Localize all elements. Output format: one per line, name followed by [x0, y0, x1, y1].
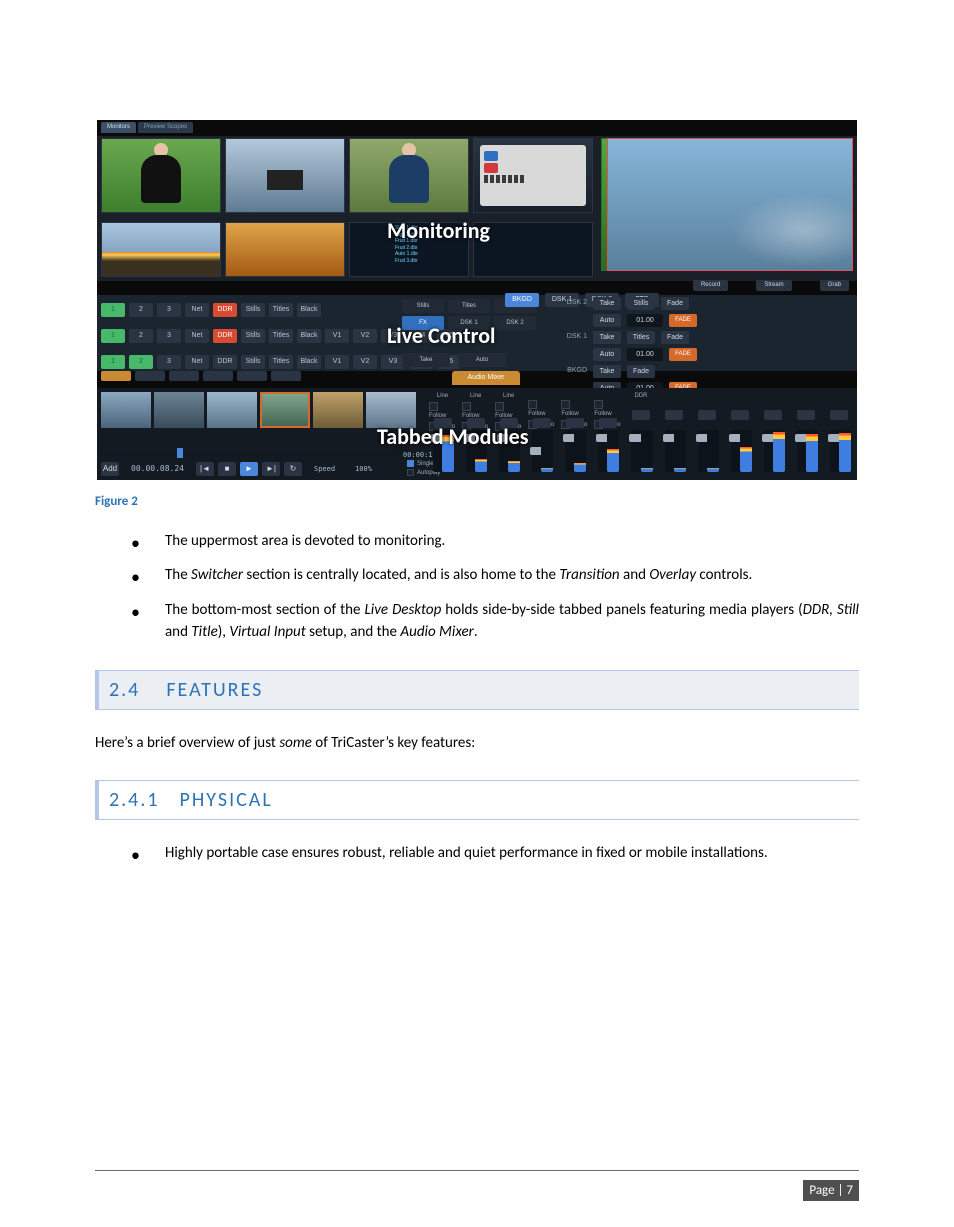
- mixer-channel: DDR: [627, 392, 654, 476]
- cityscape-graphic: [608, 139, 852, 270]
- heading-number: 2.4: [109, 675, 140, 705]
- level-meter: [442, 430, 454, 472]
- prev-button[interactable]: |◄: [196, 462, 214, 476]
- heading-title: FEATURES: [166, 675, 263, 705]
- thumb-camera-2[interactable]: Camera 2: [225, 138, 345, 213]
- mixer-channel: Follow Mono: [528, 392, 555, 476]
- titles-timecode: 00:00:15:00: [352, 222, 389, 223]
- clip-tile[interactable]: [207, 392, 257, 428]
- figure-caption: Figure 2: [95, 492, 859, 512]
- take-auto: Take Auto: [402, 353, 506, 367]
- tab-monitors[interactable]: Monitors: [101, 122, 136, 133]
- clip-tile[interactable]: [101, 392, 151, 428]
- right-controls: DSK 2 Take Stills Fade Auto 01.00 FADE D…: [559, 297, 697, 395]
- heading-2-4-1: 2.4.1 PHYSICAL: [95, 780, 859, 820]
- add-button[interactable]: Add: [101, 462, 119, 476]
- play-button[interactable]: ►: [240, 462, 258, 476]
- titles-list: Sign 1.dbr Sign 2.dbr Fruit 1.dbr Fruit …: [395, 225, 418, 264]
- live-control-band: 1 2 3 Net DDR Stills Titles Black 1 2 3 …: [97, 295, 857, 371]
- mixer-channel: Follow Mono: [561, 392, 588, 476]
- thumb-asset[interactable]: 0.08.08.24: [101, 222, 221, 277]
- clip-tile[interactable]: [313, 392, 363, 428]
- network-panel: [480, 145, 586, 206]
- bullet-item: The bottom-most section of the Live Desk…: [131, 599, 859, 644]
- tab-preview-scopes[interactable]: Preview Scopes: [138, 122, 193, 133]
- mixer-channel: [661, 392, 688, 476]
- mixer-channel: [694, 392, 721, 476]
- stream-button[interactable]: Stream: [756, 280, 791, 291]
- clip-tile[interactable]: [154, 392, 204, 428]
- audio-mixer-tab[interactable]: Audio Mixer: [452, 371, 520, 385]
- presenter-graphic: [138, 143, 184, 203]
- main-bullets: The uppermost area is devoted to monitor…: [131, 530, 859, 644]
- preview-row: 1 2 3 Net DDR Stills Titles Black V1 V2 …: [101, 329, 461, 343]
- auto-button[interactable]: Auto: [458, 353, 506, 367]
- clip-bin: [101, 392, 416, 428]
- mixer-channel: [760, 392, 787, 476]
- transport-controls: Add 00.00.08.24 |◄ ■ ► ►| ↻ Speed 100%: [101, 462, 380, 476]
- thumb-label: Network: [476, 138, 502, 139]
- record-button[interactable]: Record: [693, 280, 728, 291]
- live-desktop-screenshot: Monitors Preview Scopes atra 1 Camera 2 …: [97, 120, 857, 480]
- thumb-titles[interactable]: 00:00:15:00 Sign 1.dbr Sign 2.dbr Fruit …: [349, 222, 469, 277]
- thumb-label: Camera 2: [228, 138, 259, 139]
- loop-button[interactable]: ↻: [284, 462, 302, 476]
- take-button[interactable]: Take: [402, 353, 450, 367]
- audio-mixer: Line Follow Mono Line Follow Mono Line: [429, 392, 853, 476]
- thumb-label: atra 1: [104, 138, 122, 139]
- stills-timecode: 00:00:15:00: [228, 222, 265, 223]
- stop-button[interactable]: ■: [218, 462, 236, 476]
- heading-2-4: 2.4 FEATURES: [95, 670, 859, 710]
- mixer-channel: Line Follow Mono: [429, 392, 456, 476]
- mixer-channel: [793, 392, 820, 476]
- timecode: 00.00.08.24: [131, 463, 184, 475]
- monitor-tabs: Monitors Preview Scopes: [101, 122, 193, 133]
- clip-tile[interactable]: [366, 392, 416, 428]
- thumb-network[interactable]: Network: [473, 138, 593, 213]
- thumb-label: Camera 3: [352, 138, 383, 139]
- timeline[interactable]: [101, 450, 417, 456]
- heading-title: PHYSICAL: [180, 785, 273, 815]
- bullet-item: The uppermost area is devoted to monitor…: [131, 530, 859, 553]
- clip-tile[interactable]: [260, 392, 310, 428]
- presenter-graphic: [386, 143, 432, 203]
- thumb-camera-1[interactable]: atra 1: [101, 138, 221, 213]
- bullet-item: Highly portable case ensures robust, rel…: [131, 842, 859, 865]
- thumb-camera-3[interactable]: Camera 3: [349, 138, 469, 213]
- speed-value: 100%: [355, 464, 372, 475]
- monitoring-band: Monitors Preview Scopes atra 1 Camera 2 …: [97, 136, 857, 281]
- mixer-channel: Follow Mono: [594, 392, 621, 476]
- asset-timecode: 0.08.08.24: [104, 222, 137, 223]
- thumb-fx[interactable]: [473, 222, 593, 277]
- tabbed-modules-band: Add 00.00.08.24 |◄ ■ ► ►| ↻ Speed 100% 0…: [97, 388, 857, 480]
- page-number: Page | 7: [803, 1180, 859, 1202]
- mixer-channel: [727, 392, 754, 476]
- speed-label: Speed: [314, 464, 335, 475]
- intro-text: Here’s a brief overview of just some of …: [95, 732, 859, 755]
- mixer-channel: [826, 392, 853, 476]
- thumb-stills[interactable]: 00:00:15:00: [225, 222, 345, 277]
- mixer-channel: Line Follow Mono: [462, 392, 489, 476]
- bottom-row-tabs: [101, 371, 301, 381]
- next-button[interactable]: ►|: [262, 462, 280, 476]
- footer-divider: [95, 1170, 859, 1171]
- program-row: 1 2 3 Net DDR Stills Titles Black: [101, 303, 321, 317]
- mixer-channel: Line Follow Mono: [495, 392, 522, 476]
- program-monitor[interactable]: Program: [607, 138, 853, 271]
- playhead[interactable]: [177, 448, 183, 458]
- physical-bullets: Highly portable case ensures robust, rel…: [131, 842, 859, 865]
- monitor-buttons: Record Stream Grab: [693, 280, 849, 291]
- heading-number: 2.4.1: [109, 785, 160, 815]
- grab-button[interactable]: Grab: [820, 280, 849, 291]
- bullet-item: The Switcher section is centrally locate…: [131, 564, 859, 587]
